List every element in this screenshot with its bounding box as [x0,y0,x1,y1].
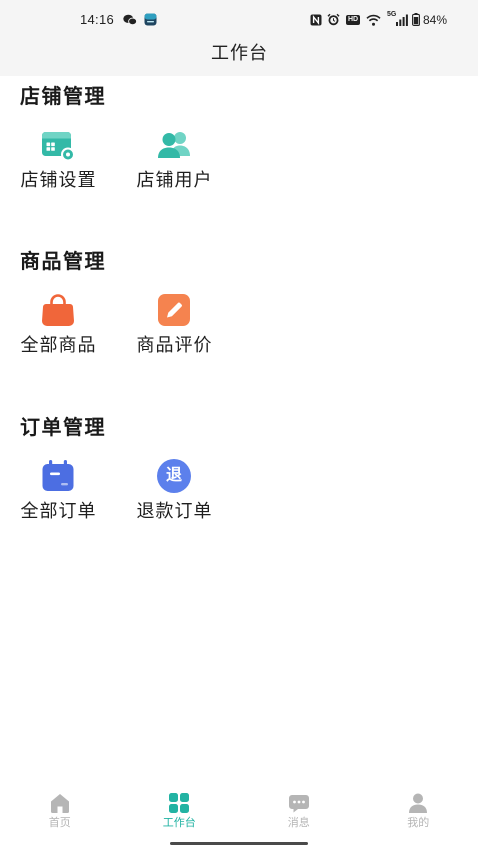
tab-profile[interactable]: 我的 [359,788,478,834]
bottom-tab-bar: 首页 工作台 消息 我的 [0,788,478,834]
section-order-management: 订单管理 全部订单 退 退款订单 [0,416,478,556]
home-icon [49,792,71,814]
item-label: 店铺用户 [136,170,213,190]
status-time: 14:16 [80,12,115,27]
hd-label: HD [347,16,359,23]
nfc-icon [310,14,322,26]
battery-percent: 84% [423,13,448,27]
item-label: 商品评价 [136,335,213,355]
item-label: 退款订单 [136,501,213,521]
users-icon [156,127,192,163]
refund-icon-text: 退 [165,467,182,484]
item-label: 店铺设置 [20,170,97,190]
tab-workbench[interactable]: 工作台 [120,788,240,834]
section-store-management: 店铺管理 店铺设置 店铺用户 [0,85,478,225]
signal-icon: 5G [387,11,408,27]
app-icon [144,13,157,26]
message-icon [288,792,310,814]
product-reviews-item[interactable]: 商品评价 [116,292,232,355]
store-users-item[interactable]: 店铺用户 [116,127,232,190]
battery-icon [412,13,420,26]
all-orders-item[interactable]: 全部订单 [0,458,116,521]
network-type: 5G [387,11,397,18]
refund-icon: 退 [156,458,192,494]
item-label: 全部商品 [20,335,97,355]
section-title: 订单管理 [20,417,106,439]
tab-label: 消息 [287,817,310,829]
section-title: 商品管理 [20,251,106,273]
store-settings-item[interactable]: 店铺设置 [0,127,116,190]
all-products-item[interactable]: 全部商品 [0,292,116,355]
tab-messages[interactable]: 消息 [239,788,359,834]
hd-icon: HD [346,15,360,25]
refund-orders-item[interactable]: 退 退款订单 [116,458,232,521]
alarm-icon [327,13,340,26]
tab-home[interactable]: 首页 [0,788,120,834]
profile-icon [407,792,429,814]
top-bar: 14:16 HD 5G 84% 工作台 [0,0,478,76]
wechat-icon [123,14,138,26]
section-product-management: 商品管理 全部商品 商品评价 [0,250,478,390]
item-label: 全部订单 [20,501,97,521]
wifi-icon [366,14,381,26]
section-title: 店铺管理 [20,86,106,108]
grid-icon [168,792,190,814]
home-indicator[interactable] [170,842,308,845]
tab-label: 首页 [48,817,71,829]
shopping-bag-icon [40,292,76,328]
tab-label: 工作台 [162,817,196,829]
page-title: 工作台 [211,43,268,63]
edit-icon [156,292,192,328]
shop-settings-icon [40,127,76,163]
tab-label: 我的 [407,817,430,829]
order-list-icon [40,458,76,494]
